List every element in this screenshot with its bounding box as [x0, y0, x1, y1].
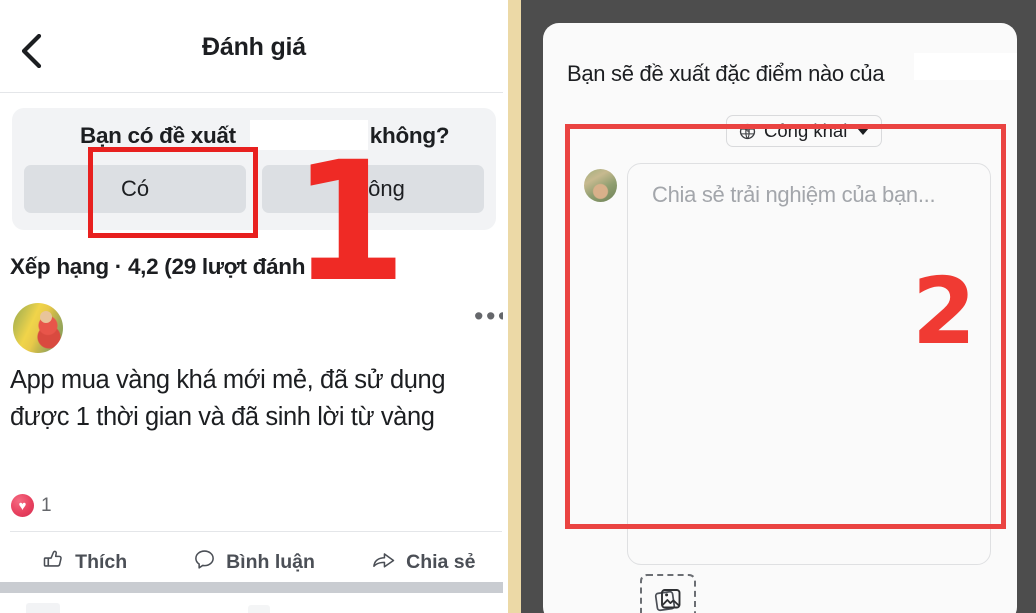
panel-divider: [508, 0, 521, 613]
redaction-overlay-right: [914, 53, 1017, 80]
comment-bubble-icon: [193, 548, 216, 577]
comment-button-label: Bình luận: [226, 550, 315, 573]
photo-stack-icon: [653, 585, 683, 613]
section-separator-band: [0, 582, 508, 593]
recommend-question-prefix: Bạn có đề xuất: [80, 123, 236, 148]
avatar-face-detail: [40, 311, 52, 323]
preview-placeholder-a: [26, 603, 60, 613]
step-1-highlight-box: [88, 147, 258, 238]
reaction-count: 1: [41, 494, 52, 516]
compose-question: Bạn sẽ đề xuất đặc điểm nào của: [567, 61, 885, 86]
heart-reaction-icon: ♥: [11, 494, 34, 517]
tutorial-screenshot: Đánh giá Bạn có đề xuất không? Có Không …: [0, 0, 1036, 613]
review-body-text: App mua vàng khá mới mẻ, đã sử dụng được…: [10, 366, 446, 431]
like-button[interactable]: Thích: [0, 541, 169, 583]
navigation-bar: Đánh giá: [0, 0, 508, 93]
reviewer-avatar[interactable]: [13, 303, 63, 353]
page-title: Đánh giá: [202, 33, 306, 61]
like-button-label: Thích: [75, 550, 128, 573]
preview-placeholder-b: [248, 605, 270, 613]
share-button-label: Chia sẻ: [406, 550, 476, 573]
step-1-number: 1: [292, 126, 407, 318]
action-divider: [10, 531, 502, 532]
share-button[interactable]: Chia sẻ: [339, 541, 508, 583]
post-action-bar: Thích Bình luận Chia sẻ: [0, 541, 508, 583]
next-post-preview: [0, 593, 508, 613]
left-phone-screen: Đánh giá Bạn có đề xuất không? Có Không …: [0, 0, 508, 613]
comment-button[interactable]: Bình luận: [169, 541, 338, 583]
reaction-summary[interactable]: ♥ 1: [11, 494, 52, 517]
share-arrow-icon: [371, 548, 396, 577]
step-2-number: 2: [912, 258, 977, 365]
thumbs-up-icon: [42, 548, 65, 577]
add-photo-button[interactable]: [640, 574, 696, 613]
